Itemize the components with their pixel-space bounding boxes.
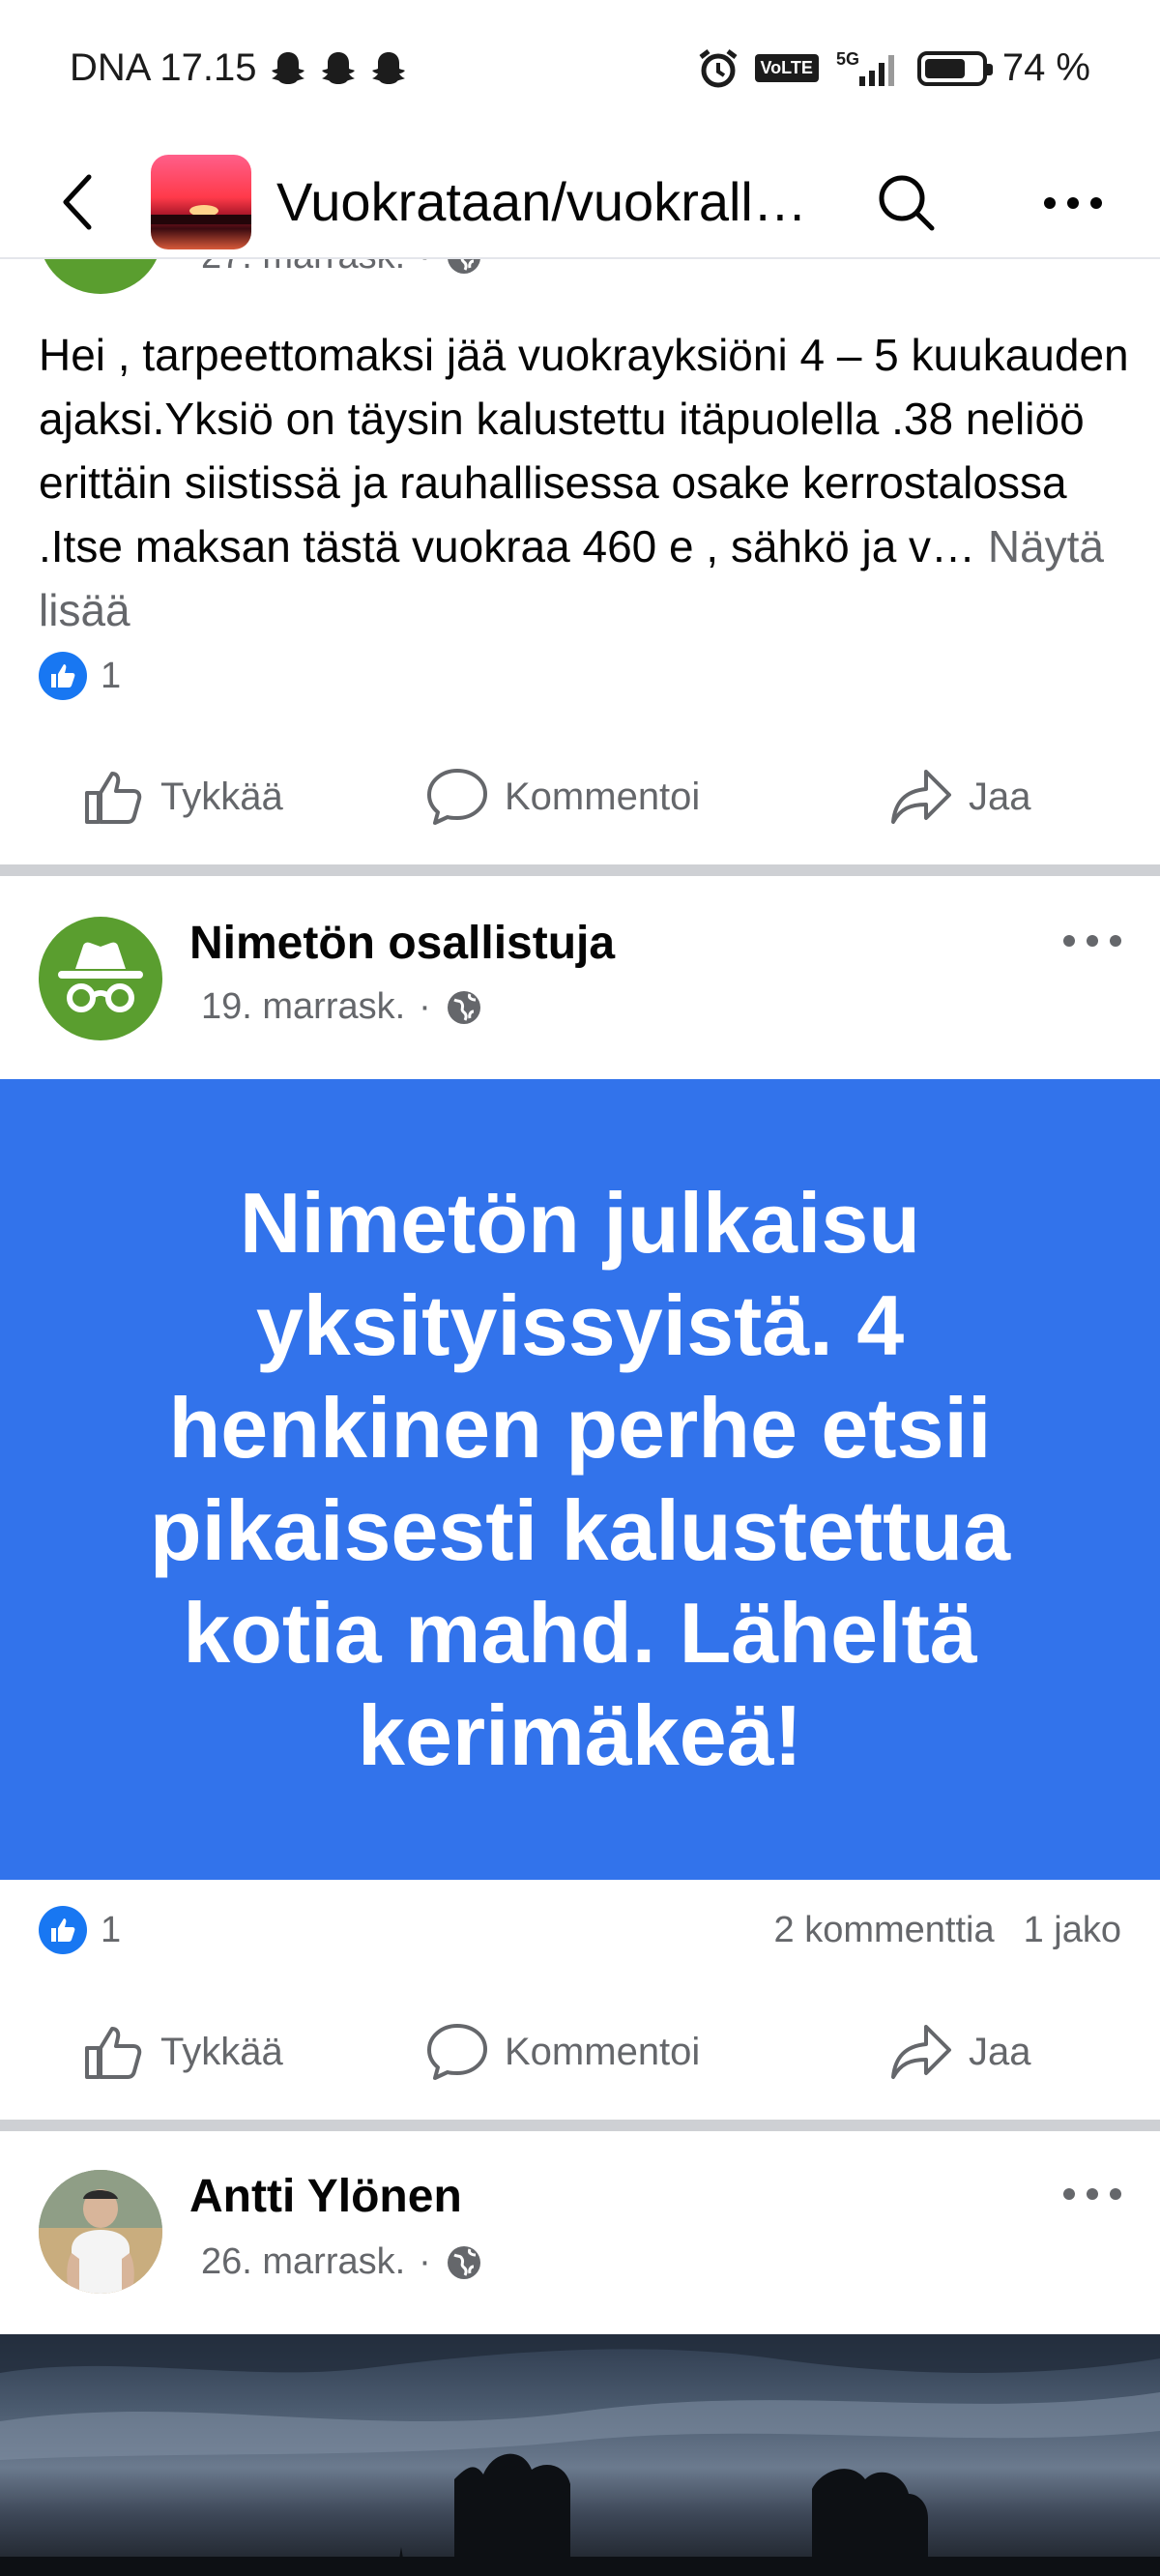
comment-icon <box>427 769 487 825</box>
share-label: Jaa <box>969 2030 1031 2073</box>
landscape-photo <box>0 2334 1160 2576</box>
post2-comment-count[interactable]: 2 kommenttia <box>774 1910 995 1951</box>
post-divider <box>0 864 1160 876</box>
group-title[interactable]: Vuokrataan/vuokrall… <box>276 166 818 238</box>
share-icon <box>891 2025 951 2079</box>
post3-date[interactable]: 26. marrask. <box>201 2241 405 2283</box>
post1-text: Hei , tarpeettomaksi jää vuokrayksiöni 4… <box>39 323 1131 642</box>
globe-icon <box>447 990 480 1024</box>
carrier-time: DNA 17.15 <box>70 46 257 89</box>
like-reaction-icon <box>39 1906 87 1954</box>
battery-icon <box>916 50 993 86</box>
snapchat-ghost-icon <box>322 51 356 84</box>
thumbs-up-icon <box>85 772 142 824</box>
search-button[interactable] <box>870 166 943 240</box>
like-button[interactable]: Tykkää <box>83 768 283 826</box>
comment-button[interactable]: Kommentoi <box>425 767 700 827</box>
post3-photo[interactable] <box>0 2334 1160 2576</box>
more-horizontal-icon <box>1063 935 1121 947</box>
status-left: DNA 17.15 <box>70 46 407 90</box>
post1-reactions[interactable]: 1 <box>39 649 121 703</box>
post-divider <box>0 2120 1160 2131</box>
post2-more-button[interactable] <box>1054 917 1131 965</box>
like-button[interactable]: Tykkää <box>83 2023 283 2081</box>
like-reaction-icon <box>39 652 87 700</box>
post2-actions: Tykkää Kommentoi Jaa <box>0 2004 1160 2100</box>
alarm-icon <box>699 48 737 87</box>
network-label: 5G <box>836 49 859 69</box>
comment-label: Kommentoi <box>505 2030 701 2073</box>
colored-post-text: Nimetön julkaisu yksityissyistä. 4 henki… <box>149 1175 1011 1783</box>
more-horizontal-icon <box>1044 197 1102 209</box>
chevron-left-icon <box>63 174 92 230</box>
person-photo <box>39 2170 162 2294</box>
meta-separator: · <box>419 986 431 1027</box>
snapchat-ghost-icon <box>372 51 406 84</box>
share-icon <box>891 770 951 824</box>
snapchat-ghost-icon <box>272 51 305 84</box>
more-horizontal-icon <box>1063 2188 1121 2200</box>
meta-separator: · <box>419 2241 431 2282</box>
post2-author[interactable]: Nimetön osallistuja <box>189 917 615 970</box>
status-right: VoLTE 5G 74 % <box>697 46 1090 90</box>
incognito-icon <box>58 942 143 1012</box>
post2-date[interactable]: 19. marrask. <box>201 986 405 1028</box>
like-label: Tykkää <box>160 775 283 818</box>
battery-percent: 74 % <box>1001 46 1090 89</box>
share-button[interactable]: Jaa <box>889 2023 1031 2081</box>
post3-author-avatar[interactable] <box>39 2170 162 2294</box>
comment-button[interactable]: Kommentoi <box>425 2022 700 2082</box>
post2-like-count: 1 <box>101 1909 122 1950</box>
post1-body: Hei , tarpeettomaksi jää vuokrayksiöni 4… <box>39 330 1129 571</box>
group-header: Vuokrataan/vuokrall… <box>0 145 1160 259</box>
back-button[interactable] <box>48 168 106 236</box>
search-icon <box>879 175 935 231</box>
post3-more-button[interactable] <box>1054 2170 1131 2218</box>
post3-author[interactable]: Antti Ylönen <box>189 2170 462 2223</box>
post2-stats: 2 kommenttia 1 jako <box>774 1903 1122 1957</box>
share-button[interactable]: Jaa <box>889 768 1031 826</box>
volte-icon: VoLTE <box>754 54 819 82</box>
comment-icon <box>427 2024 487 2080</box>
post2-reactions[interactable]: 1 <box>39 1903 121 1957</box>
status-bar: DNA 17.15 VoLTE 5G 74 % <box>0 0 1160 145</box>
share-label: Jaa <box>969 775 1031 818</box>
post1-actions: Tykkää Kommentoi Jaa <box>0 748 1160 845</box>
anonymous-avatar <box>39 917 162 1040</box>
post2-meta: 19. marrask. · <box>201 986 483 1028</box>
post3-meta: 26. marrask. · <box>201 2241 483 2283</box>
thumbs-up-icon <box>85 2027 142 2079</box>
globe-icon <box>447 2245 480 2279</box>
post1-like-count: 1 <box>101 655 122 696</box>
post2-share-count[interactable]: 1 jako <box>1024 1910 1121 1951</box>
comment-label: Kommentoi <box>505 775 701 818</box>
colored-text-post[interactable]: Nimetön julkaisu yksityissyistä. 4 henki… <box>0 1079 1160 1880</box>
group-thumbnail[interactable] <box>151 155 251 249</box>
more-options-button[interactable] <box>1034 166 1112 240</box>
like-label: Tykkää <box>160 2030 283 2073</box>
signal-icon: 5G <box>836 49 894 86</box>
